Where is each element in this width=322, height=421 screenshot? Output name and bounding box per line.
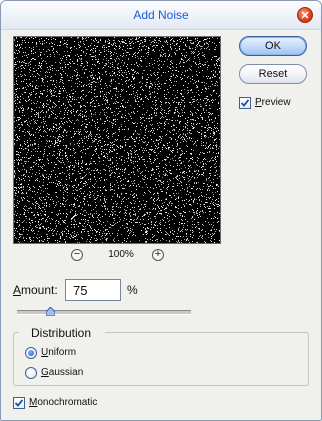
close-icon: [301, 11, 309, 19]
zoom-in-button[interactable]: +: [152, 249, 164, 261]
ok-button[interactable]: OK: [239, 36, 307, 56]
noise-preview[interactable]: [13, 36, 221, 244]
amount-label: Amount:: [13, 283, 58, 297]
preview-checkbox[interactable]: [239, 97, 251, 109]
reset-button[interactable]: Reset: [239, 64, 307, 84]
noise-preview-image: [14, 37, 220, 243]
amount-slider-track[interactable]: [17, 310, 191, 315]
checkmark-icon: [241, 99, 249, 107]
close-button[interactable]: [297, 7, 313, 23]
checkmark-icon: [15, 399, 23, 407]
uniform-radio[interactable]: [25, 347, 37, 359]
radio-selected-dot: [28, 350, 34, 356]
gaussian-radio[interactable]: [25, 367, 37, 379]
zoom-level: 100%: [108, 249, 134, 260]
gaussian-label[interactable]: Gaussian: [41, 367, 83, 378]
preview-label[interactable]: Preview: [255, 97, 291, 108]
amount-slider-thumb[interactable]: [45, 307, 55, 316]
dialog-title: Add Noise: [133, 8, 189, 22]
zoom-out-icon: −: [73, 248, 81, 260]
title-bar[interactable]: Add Noise: [1, 1, 321, 30]
uniform-label[interactable]: Uniform: [41, 347, 76, 358]
monochromatic-checkbox[interactable]: [13, 397, 25, 409]
amount-unit: %: [127, 283, 138, 297]
monochromatic-label[interactable]: Monochromatic: [29, 397, 97, 408]
distribution-legend: Distribution: [19, 326, 106, 340]
add-noise-dialog: Add Noise − 100% + OK Reset Preview Amou…: [0, 0, 322, 421]
amount-input[interactable]: [65, 279, 121, 301]
zoom-in-icon: +: [154, 248, 162, 260]
zoom-out-button[interactable]: −: [71, 249, 83, 261]
